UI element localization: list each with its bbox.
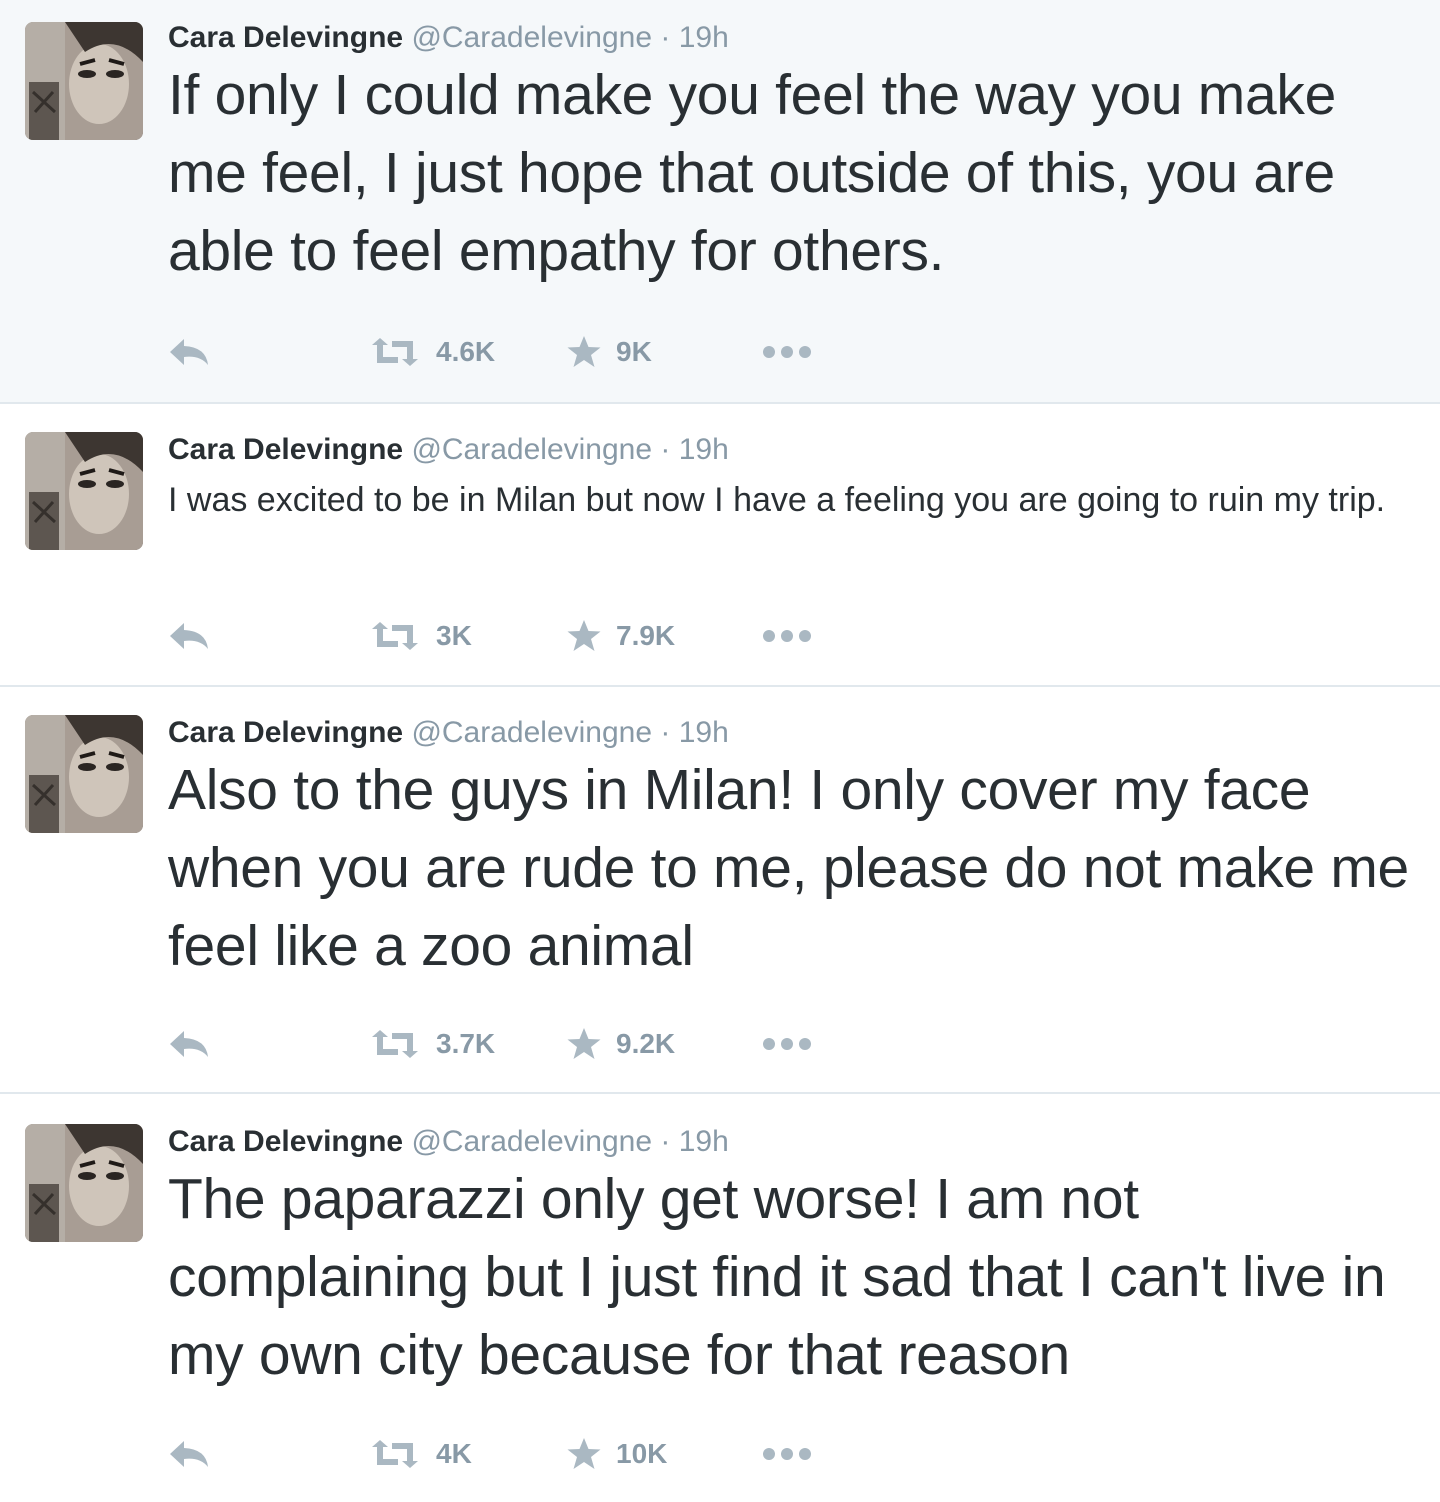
reply-button[interactable] xyxy=(168,1022,210,1066)
author-name[interactable]: Cara Delevingne xyxy=(168,716,403,749)
retweet-button[interactable]: 4.6K xyxy=(368,330,495,374)
author-name[interactable]: Cara Delevingne xyxy=(168,433,403,466)
timestamp[interactable]: 19h xyxy=(679,716,729,749)
tweet-actions: 3K 7.9K xyxy=(168,614,868,658)
tweet-text: If only I could make you feel the way yo… xyxy=(168,63,1336,283)
tweet-header: Cara Delevingne @Caradelevingne · 19h xyxy=(168,20,1410,56)
separator: · xyxy=(660,21,671,54)
avatar[interactable] xyxy=(25,22,143,140)
more-button[interactable] xyxy=(762,1432,812,1476)
retweet-button[interactable]: 3.7K xyxy=(368,1022,495,1066)
tweet[interactable]: Cara Delevingne @Caradelevingne · 19h If… xyxy=(0,0,1440,404)
favorite-button[interactable]: 10K xyxy=(566,1432,667,1476)
favorite-count: 10K xyxy=(616,1438,668,1469)
favorite-button[interactable]: 7.9K xyxy=(566,614,675,658)
favorite-count: 9.2K xyxy=(616,1028,676,1059)
timestamp[interactable]: 19h xyxy=(679,433,729,466)
reply-button[interactable] xyxy=(168,1432,210,1476)
author-handle[interactable]: @Caradelevingne xyxy=(411,21,652,54)
reply-button[interactable] xyxy=(168,330,210,374)
star-icon xyxy=(566,619,602,653)
separator: · xyxy=(660,716,671,749)
tweet-header: Cara Delevingne @Caradelevingne · 19h xyxy=(168,432,1410,468)
tweet-actions: 4.6K 9K xyxy=(168,330,868,374)
tweet-actions: 3.7K 9.2K xyxy=(168,1022,868,1066)
retweet-icon xyxy=(368,1029,422,1059)
favorite-button[interactable]: 9K xyxy=(566,330,652,374)
reply-icon xyxy=(168,621,210,651)
reply-icon xyxy=(168,337,210,367)
avatar[interactable] xyxy=(25,432,143,550)
more-button[interactable] xyxy=(762,614,812,658)
more-button[interactable] xyxy=(762,330,812,374)
more-dots-icon xyxy=(762,1037,812,1051)
tweet-actions: 4K 10K xyxy=(168,1432,868,1476)
retweet-count: 3.7K xyxy=(436,1028,496,1059)
more-dots-icon xyxy=(762,345,812,359)
separator: · xyxy=(660,433,671,466)
favorite-button[interactable]: 9.2K xyxy=(566,1022,675,1066)
tweet-text: I was excited to be in Milan but now I h… xyxy=(168,481,1386,519)
author-name[interactable]: Cara Delevingne xyxy=(168,21,403,54)
favorite-count: 7.9K xyxy=(616,620,676,651)
more-dots-icon xyxy=(762,1447,812,1461)
tweet-header: Cara Delevingne @Caradelevingne · 19h xyxy=(168,715,1410,751)
favorite-count: 9K xyxy=(616,336,652,367)
tweet[interactable]: Cara Delevingne @Caradelevingne · 19h Th… xyxy=(0,1094,1440,1502)
tweet-text: The paparazzi only get worse! I am not c… xyxy=(168,1167,1386,1387)
reply-button[interactable] xyxy=(168,614,210,658)
tweet-header: Cara Delevingne @Caradelevingne · 19h xyxy=(168,1124,1410,1160)
more-dots-icon xyxy=(762,629,812,643)
author-handle[interactable]: @Caradelevingne xyxy=(411,716,652,749)
author-handle[interactable]: @Caradelevingne xyxy=(411,1125,652,1158)
retweet-button[interactable]: 4K xyxy=(368,1432,472,1476)
tweet[interactable]: Cara Delevingne @Caradelevingne · 19h I … xyxy=(0,404,1440,687)
separator: · xyxy=(660,1125,671,1158)
star-icon xyxy=(566,1027,602,1061)
author-handle[interactable]: @Caradelevingne xyxy=(411,433,652,466)
star-icon xyxy=(566,1437,602,1471)
retweet-button[interactable]: 3K xyxy=(368,614,472,658)
retweet-count: 4K xyxy=(436,1438,472,1469)
retweet-icon xyxy=(368,337,422,367)
author-name[interactable]: Cara Delevingne xyxy=(168,1125,403,1158)
reply-icon xyxy=(168,1029,210,1059)
retweet-count: 3K xyxy=(436,620,472,651)
more-button[interactable] xyxy=(762,1022,812,1066)
tweet-text: Also to the guys in Milan! I only cover … xyxy=(168,758,1409,978)
tweet-timeline: Cara Delevingne @Caradelevingne · 19h If… xyxy=(0,0,1440,1502)
avatar[interactable] xyxy=(25,715,143,833)
retweet-count: 4.6K xyxy=(436,336,496,367)
timestamp[interactable]: 19h xyxy=(679,21,729,54)
retweet-icon xyxy=(368,1439,422,1469)
timestamp[interactable]: 19h xyxy=(679,1125,729,1158)
star-icon xyxy=(566,335,602,369)
reply-icon xyxy=(168,1439,210,1469)
avatar[interactable] xyxy=(25,1124,143,1242)
retweet-icon xyxy=(368,621,422,651)
tweet[interactable]: Cara Delevingne @Caradelevingne · 19h Al… xyxy=(0,687,1440,1094)
